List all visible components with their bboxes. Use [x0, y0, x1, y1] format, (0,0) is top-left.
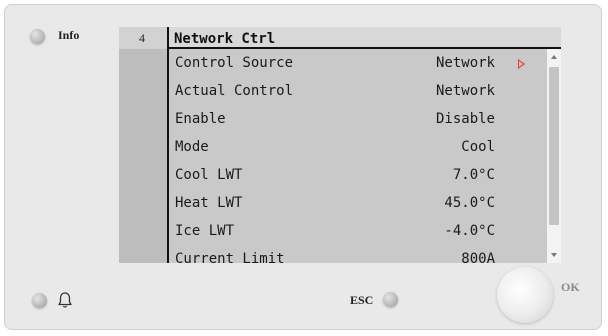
- edit-arrow-icon: [518, 59, 525, 69]
- row-value: 7.0°C: [452, 167, 495, 183]
- alarm-led-icon[interactable]: [32, 293, 47, 308]
- info-label: Info: [58, 28, 80, 42]
- list-item-heat-lwt[interactable]: Heat LWT 45.0°C: [169, 189, 547, 217]
- list-item-control-source[interactable]: Control Source Network: [169, 49, 547, 77]
- scroll-down-icon[interactable]: [551, 253, 557, 257]
- row-value: Network: [435, 83, 495, 99]
- menu-title-bar[interactable]: Network Ctrl: [167, 27, 561, 49]
- bell-icon[interactable]: [57, 291, 73, 309]
- row-label: Enable: [175, 111, 226, 127]
- info-led-icon[interactable]: [30, 29, 45, 44]
- row-label: Actual Control: [175, 83, 294, 99]
- row-label: Cool LWT: [175, 167, 243, 183]
- ok-label: OK: [561, 280, 580, 294]
- row-value: -4.0°C: [444, 223, 495, 239]
- row-value: Cool: [461, 139, 495, 155]
- scrollbar[interactable]: [547, 49, 561, 263]
- list-item-current-limit[interactable]: Current Limit 800A: [169, 245, 547, 263]
- page-number: 4: [139, 31, 145, 45]
- scroll-up-icon[interactable]: [551, 55, 557, 59]
- row-value: 800A: [461, 251, 495, 263]
- list-item-ice-lwt[interactable]: Ice LWT -4.0°C: [169, 217, 547, 245]
- ok-button[interactable]: [497, 267, 553, 323]
- page-number-cell: 4: [119, 27, 167, 49]
- list-item-enable[interactable]: Enable Disable: [169, 105, 547, 133]
- row-label: Ice LWT: [175, 223, 235, 239]
- row-value: 45.0°C: [444, 195, 495, 211]
- parameter-list: Control Source Network Actual Control Ne…: [167, 49, 547, 263]
- row-label: Control Source: [175, 55, 294, 71]
- list-item-actual-control[interactable]: Actual Control Network: [169, 77, 547, 105]
- esc-label: ESC: [350, 293, 374, 307]
- row-label: Mode: [175, 139, 209, 155]
- scrollbar-thumb[interactable]: [549, 67, 559, 225]
- menu-title: Network Ctrl: [174, 31, 276, 47]
- row-label: Current Limit: [175, 251, 285, 263]
- lcd-screen: 4 Network Ctrl Control Source Network Ac…: [119, 27, 561, 263]
- row-value: Disable: [435, 111, 495, 127]
- row-value: Network: [435, 55, 495, 71]
- controller-panel: Info 4 Network Ctrl Control Source Netwo…: [4, 4, 602, 330]
- page-number-column: [119, 27, 167, 263]
- list-item-mode[interactable]: Mode Cool: [169, 133, 547, 161]
- row-label: Heat LWT: [175, 195, 243, 211]
- list-item-cool-lwt[interactable]: Cool LWT 7.0°C: [169, 161, 547, 189]
- esc-led-icon[interactable]: [383, 292, 398, 307]
